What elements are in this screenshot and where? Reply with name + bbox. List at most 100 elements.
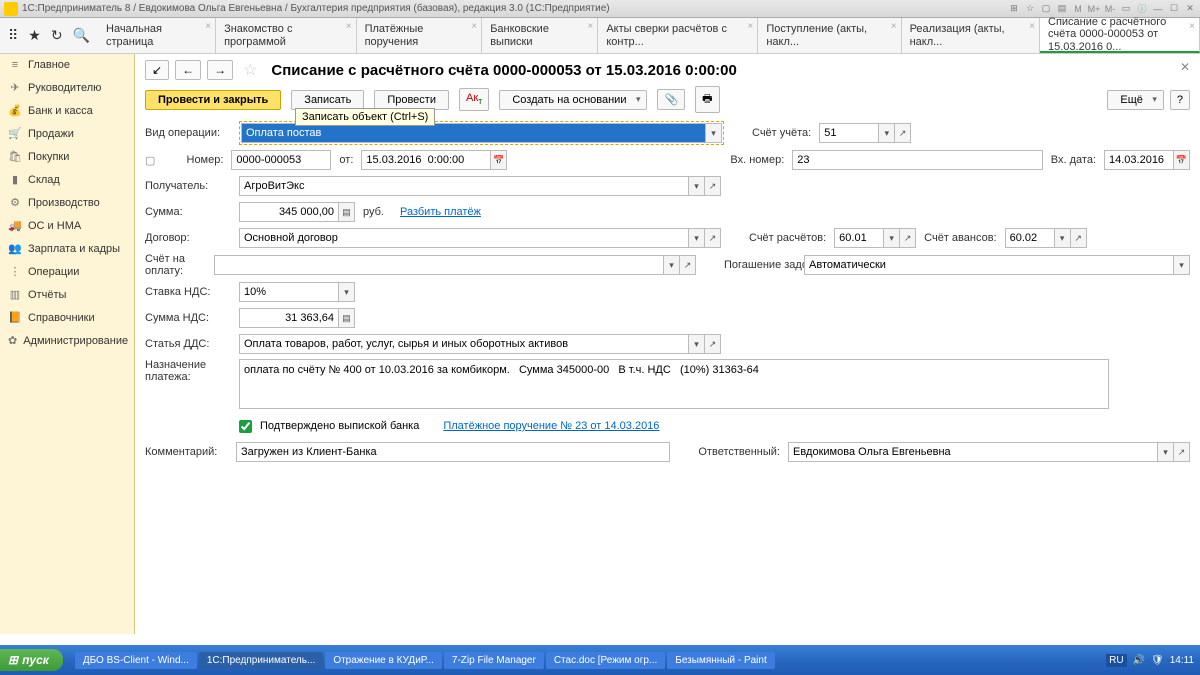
summa-input[interactable]	[239, 202, 339, 222]
tab[interactable]: Платёжные поручения×	[357, 18, 483, 53]
back-button[interactable]: ←	[175, 60, 201, 80]
open-icon[interactable]: ↗	[705, 176, 721, 196]
vhdata-input[interactable]	[1104, 150, 1174, 170]
otvetstv-input[interactable]	[788, 442, 1158, 462]
tab-close-icon[interactable]: ×	[471, 21, 477, 32]
history-icon[interactable]: ↻	[51, 27, 63, 44]
schet-avans-input[interactable]	[1005, 228, 1055, 248]
taskbar-item[interactable]: 7-Zip File Manager	[444, 652, 544, 669]
taskbar-item[interactable]: Отражение в КУДиР...	[325, 652, 442, 669]
open-icon[interactable]: ↗	[1071, 228, 1087, 248]
calc-icon[interactable]: ▤	[1056, 3, 1068, 15]
confirmed-checkbox[interactable]	[239, 420, 252, 433]
statya-input[interactable]	[239, 334, 689, 354]
nomer-input[interactable]	[231, 150, 331, 170]
tray-icon[interactable]: 🛡	[1151, 655, 1164, 666]
vhnomer-input[interactable]	[792, 150, 1043, 170]
taskbar-item[interactable]: Стас.doc [Режим огр...	[546, 652, 665, 669]
create-based-button[interactable]: Создать на основании	[499, 90, 647, 110]
attach-button[interactable]: 📎	[657, 89, 685, 110]
tab-close-icon[interactable]: ×	[1189, 21, 1195, 32]
calendar-icon[interactable]: 📅	[1174, 150, 1190, 170]
tab-close-icon[interactable]: ×	[1029, 21, 1035, 32]
document-close-icon[interactable]: ✕	[1180, 60, 1190, 74]
dropdown-icon[interactable]: ▾	[1174, 255, 1190, 275]
dropdown-icon[interactable]: ▾	[689, 228, 705, 248]
open-icon[interactable]: ↗	[680, 255, 696, 275]
open-icon[interactable]: ↗	[705, 228, 721, 248]
window-icon[interactable]: ▭	[1120, 3, 1132, 15]
sidebar-item[interactable]: ▮Склад	[0, 168, 134, 191]
sidebar-item[interactable]: 💰Банк и касса	[0, 99, 134, 122]
sidebar-item[interactable]: ⚙Производство	[0, 191, 134, 214]
maximize-icon[interactable]: ☐	[1168, 3, 1180, 15]
star-icon[interactable]: ★	[28, 27, 41, 44]
sidebar-item[interactable]: 🛍Покупки	[0, 145, 134, 168]
lang-indicator[interactable]: RU	[1106, 654, 1126, 667]
post-button[interactable]: Провести	[374, 90, 449, 110]
tab-close-icon[interactable]: ×	[587, 21, 593, 32]
tab[interactable]: Поступление (акты, накл...×	[758, 18, 901, 53]
tab[interactable]: Акты сверки расчётов с контр...×	[598, 18, 758, 53]
dropdown-icon[interactable]: ▾	[884, 228, 900, 248]
dropdown-icon[interactable]: ▾	[339, 282, 355, 302]
open-icon[interactable]: ↗	[705, 334, 721, 354]
taskbar-item[interactable]: 1С:Предприниматель...	[199, 652, 323, 669]
calc-icon[interactable]: ▤	[339, 308, 355, 328]
dropdown-icon[interactable]: ▾	[706, 123, 722, 143]
sidebar-item[interactable]: 🛒Продажи	[0, 122, 134, 145]
doc-icon[interactable]: ▢	[1040, 3, 1052, 15]
m-minus-icon[interactable]: M-	[1104, 3, 1116, 15]
payment-order-link[interactable]: Платёжное поручение № 23 от 14.03.2016	[443, 420, 659, 432]
pogash-input[interactable]	[804, 255, 1174, 275]
star-icon[interactable]: ☆	[1024, 3, 1036, 15]
poluch-input[interactable]	[239, 176, 689, 196]
print-button[interactable]: 🖶	[695, 86, 719, 113]
m-plus-icon[interactable]: M+	[1088, 3, 1100, 15]
post-close-button[interactable]: Провести и закрыть	[145, 90, 281, 110]
tab-close-icon[interactable]: ×	[346, 21, 352, 32]
schetoplatu-input[interactable]	[214, 255, 664, 275]
tab[interactable]: Банковские выписки×	[482, 18, 598, 53]
open-icon[interactable]: ↗	[1174, 442, 1190, 462]
sidebar-item[interactable]: 📙Справочники	[0, 306, 134, 329]
naznach-textarea[interactable]	[239, 359, 1109, 409]
dropdown-icon[interactable]: ▾	[689, 334, 705, 354]
more-button[interactable]: Ещё	[1107, 90, 1164, 110]
forward-button[interactable]: →	[207, 60, 233, 80]
date-input[interactable]	[361, 150, 491, 170]
schet-rasch-input[interactable]	[834, 228, 884, 248]
taskbar-item[interactable]: Безымянный - Paint	[667, 652, 774, 669]
sidebar-item[interactable]: ✿Администрирование	[0, 329, 134, 352]
dt-kt-button[interactable]: Акт	[459, 88, 489, 110]
calc-icon[interactable]: ▤	[339, 202, 355, 222]
vid-input[interactable]	[241, 123, 706, 143]
tab[interactable]: Начальная страница×	[98, 18, 216, 53]
reply-button[interactable]: ↙	[145, 60, 169, 80]
start-button[interactable]: ⊞пуск	[0, 649, 63, 671]
apps-icon[interactable]: ⠿	[8, 27, 18, 44]
minimize-icon[interactable]: —	[1152, 3, 1164, 15]
tab[interactable]: Списание с расчётного счёта 0000-000053 …	[1040, 18, 1200, 53]
komment-input[interactable]	[236, 442, 670, 462]
search-icon[interactable]: 🔍	[73, 27, 90, 44]
schet-ucheta-input[interactable]	[819, 123, 879, 143]
stavka-input[interactable]	[239, 282, 339, 302]
clock[interactable]: 14:11	[1170, 655, 1194, 666]
dropdown-icon[interactable]: ▾	[1055, 228, 1071, 248]
sidebar-item[interactable]: 🚚ОС и НМА	[0, 214, 134, 237]
dropdown-icon[interactable]: ▾	[879, 123, 895, 143]
calendar-icon[interactable]: 📅	[491, 150, 507, 170]
tab-close-icon[interactable]: ×	[891, 21, 897, 32]
dropdown-icon[interactable]: ▾	[689, 176, 705, 196]
dropdown-icon[interactable]: ▾	[664, 255, 680, 275]
info-icon[interactable]: ⓘ	[1136, 3, 1148, 15]
tray-icon[interactable]: 🔊	[1133, 655, 1145, 666]
dropdown-icon[interactable]: ▾	[1158, 442, 1174, 462]
grid-icon[interactable]: ⊞	[1008, 3, 1020, 15]
summands-input[interactable]	[239, 308, 339, 328]
dogovor-input[interactable]	[239, 228, 689, 248]
tab-close-icon[interactable]: ×	[205, 21, 211, 32]
sidebar-item[interactable]: ▥Отчёты	[0, 283, 134, 306]
sidebar-item[interactable]: ≡Главное	[0, 54, 134, 76]
